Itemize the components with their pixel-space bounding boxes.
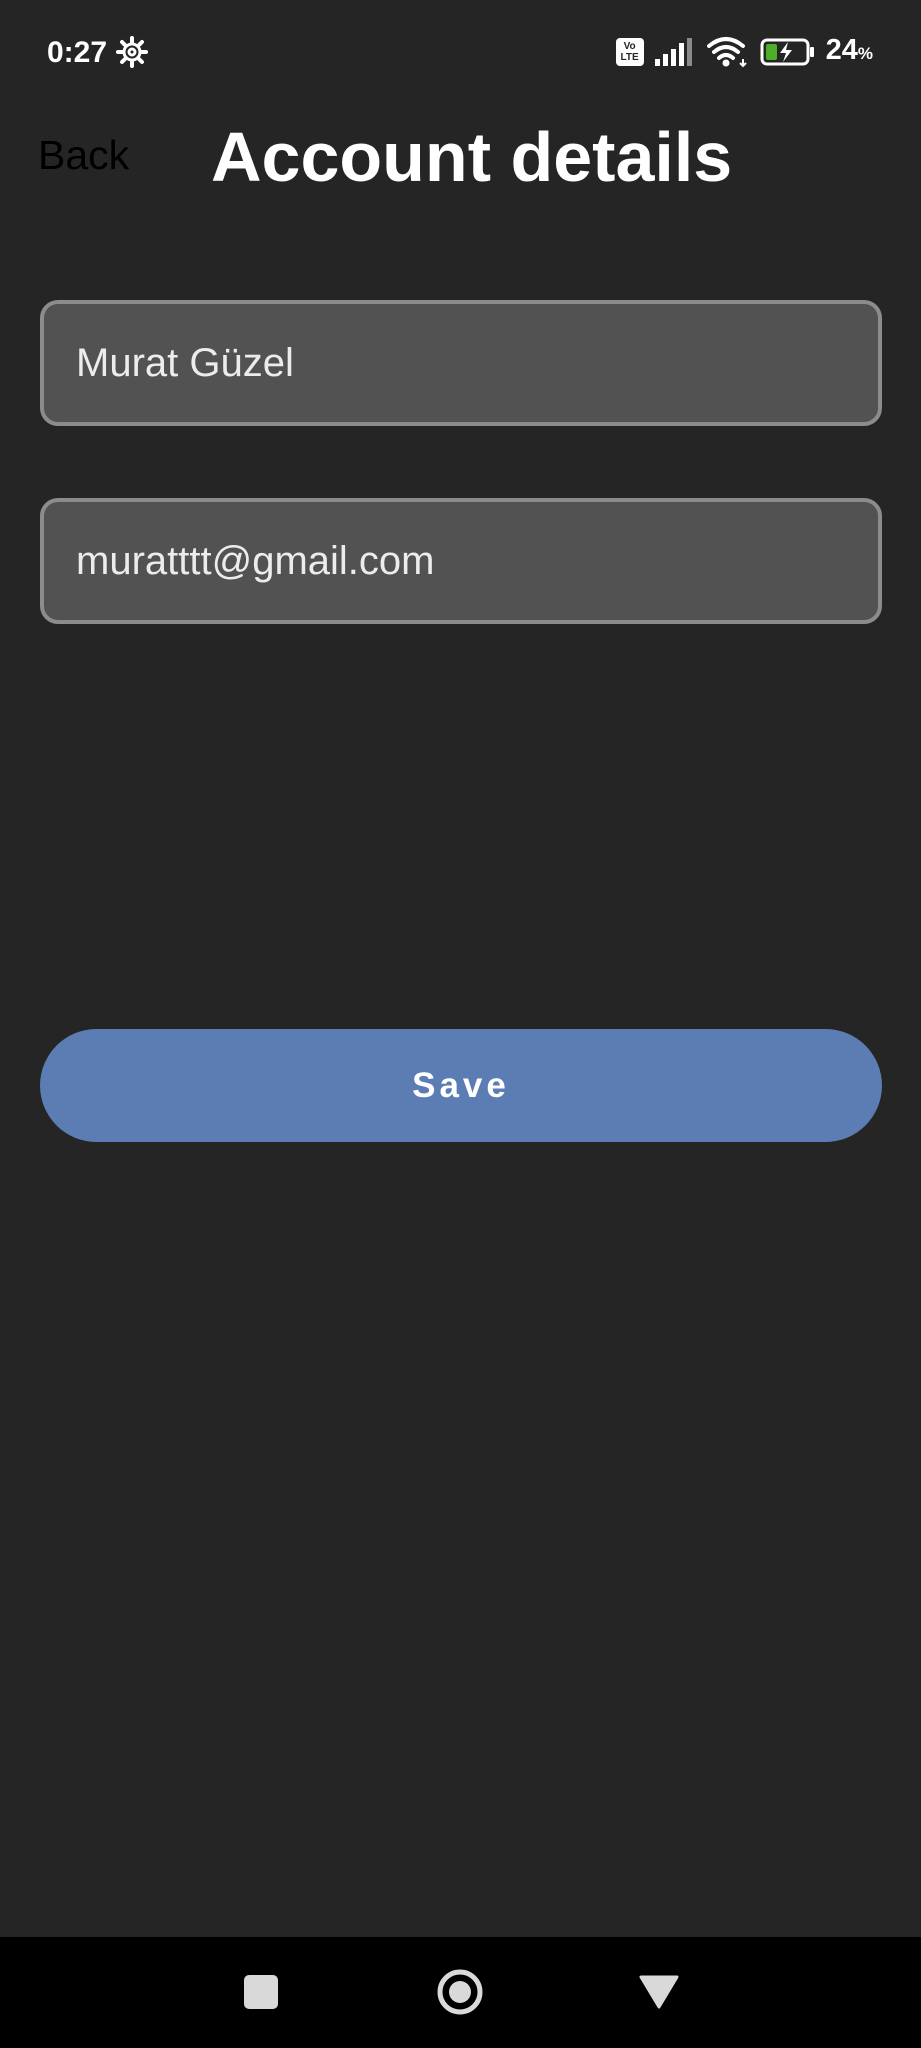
signal-icon	[654, 38, 692, 66]
save-button[interactable]: Save	[40, 1029, 882, 1142]
battery-percentage: 24%	[826, 31, 873, 73]
volte-bottom-text: LTE	[620, 52, 639, 63]
battery-value: 24	[825, 34, 858, 66]
volte-top-text: Vo	[623, 41, 636, 52]
battery-unit: %	[857, 44, 873, 63]
battery-charging-icon	[760, 38, 814, 66]
volte-icon: Vo LTE	[615, 38, 644, 66]
back-button[interactable]: Back	[38, 130, 129, 180]
account-details-screen: 0:27 Vo LTE 24% Back Account details Mur…	[0, 0, 921, 2048]
recents-button[interactable]	[226, 1957, 296, 2027]
recents-square-icon	[244, 1975, 278, 2009]
back-triangle-icon	[639, 1975, 679, 2009]
email-field[interactable]	[40, 498, 882, 624]
system-back-button[interactable]	[624, 1957, 694, 2027]
status-icons: Vo LTE 24%	[615, 31, 873, 73]
status-bar: 0:27 Vo LTE 24%	[0, 0, 921, 105]
wifi-icon	[706, 37, 747, 68]
home-circle-icon	[437, 1969, 483, 2015]
name-field[interactable]	[40, 300, 882, 426]
navigation-bar	[0, 1937, 921, 2048]
status-time: 0:27	[47, 36, 108, 69]
gear-icon	[116, 36, 148, 68]
page-title: Account details	[211, 118, 733, 196]
home-button[interactable]	[425, 1957, 495, 2027]
